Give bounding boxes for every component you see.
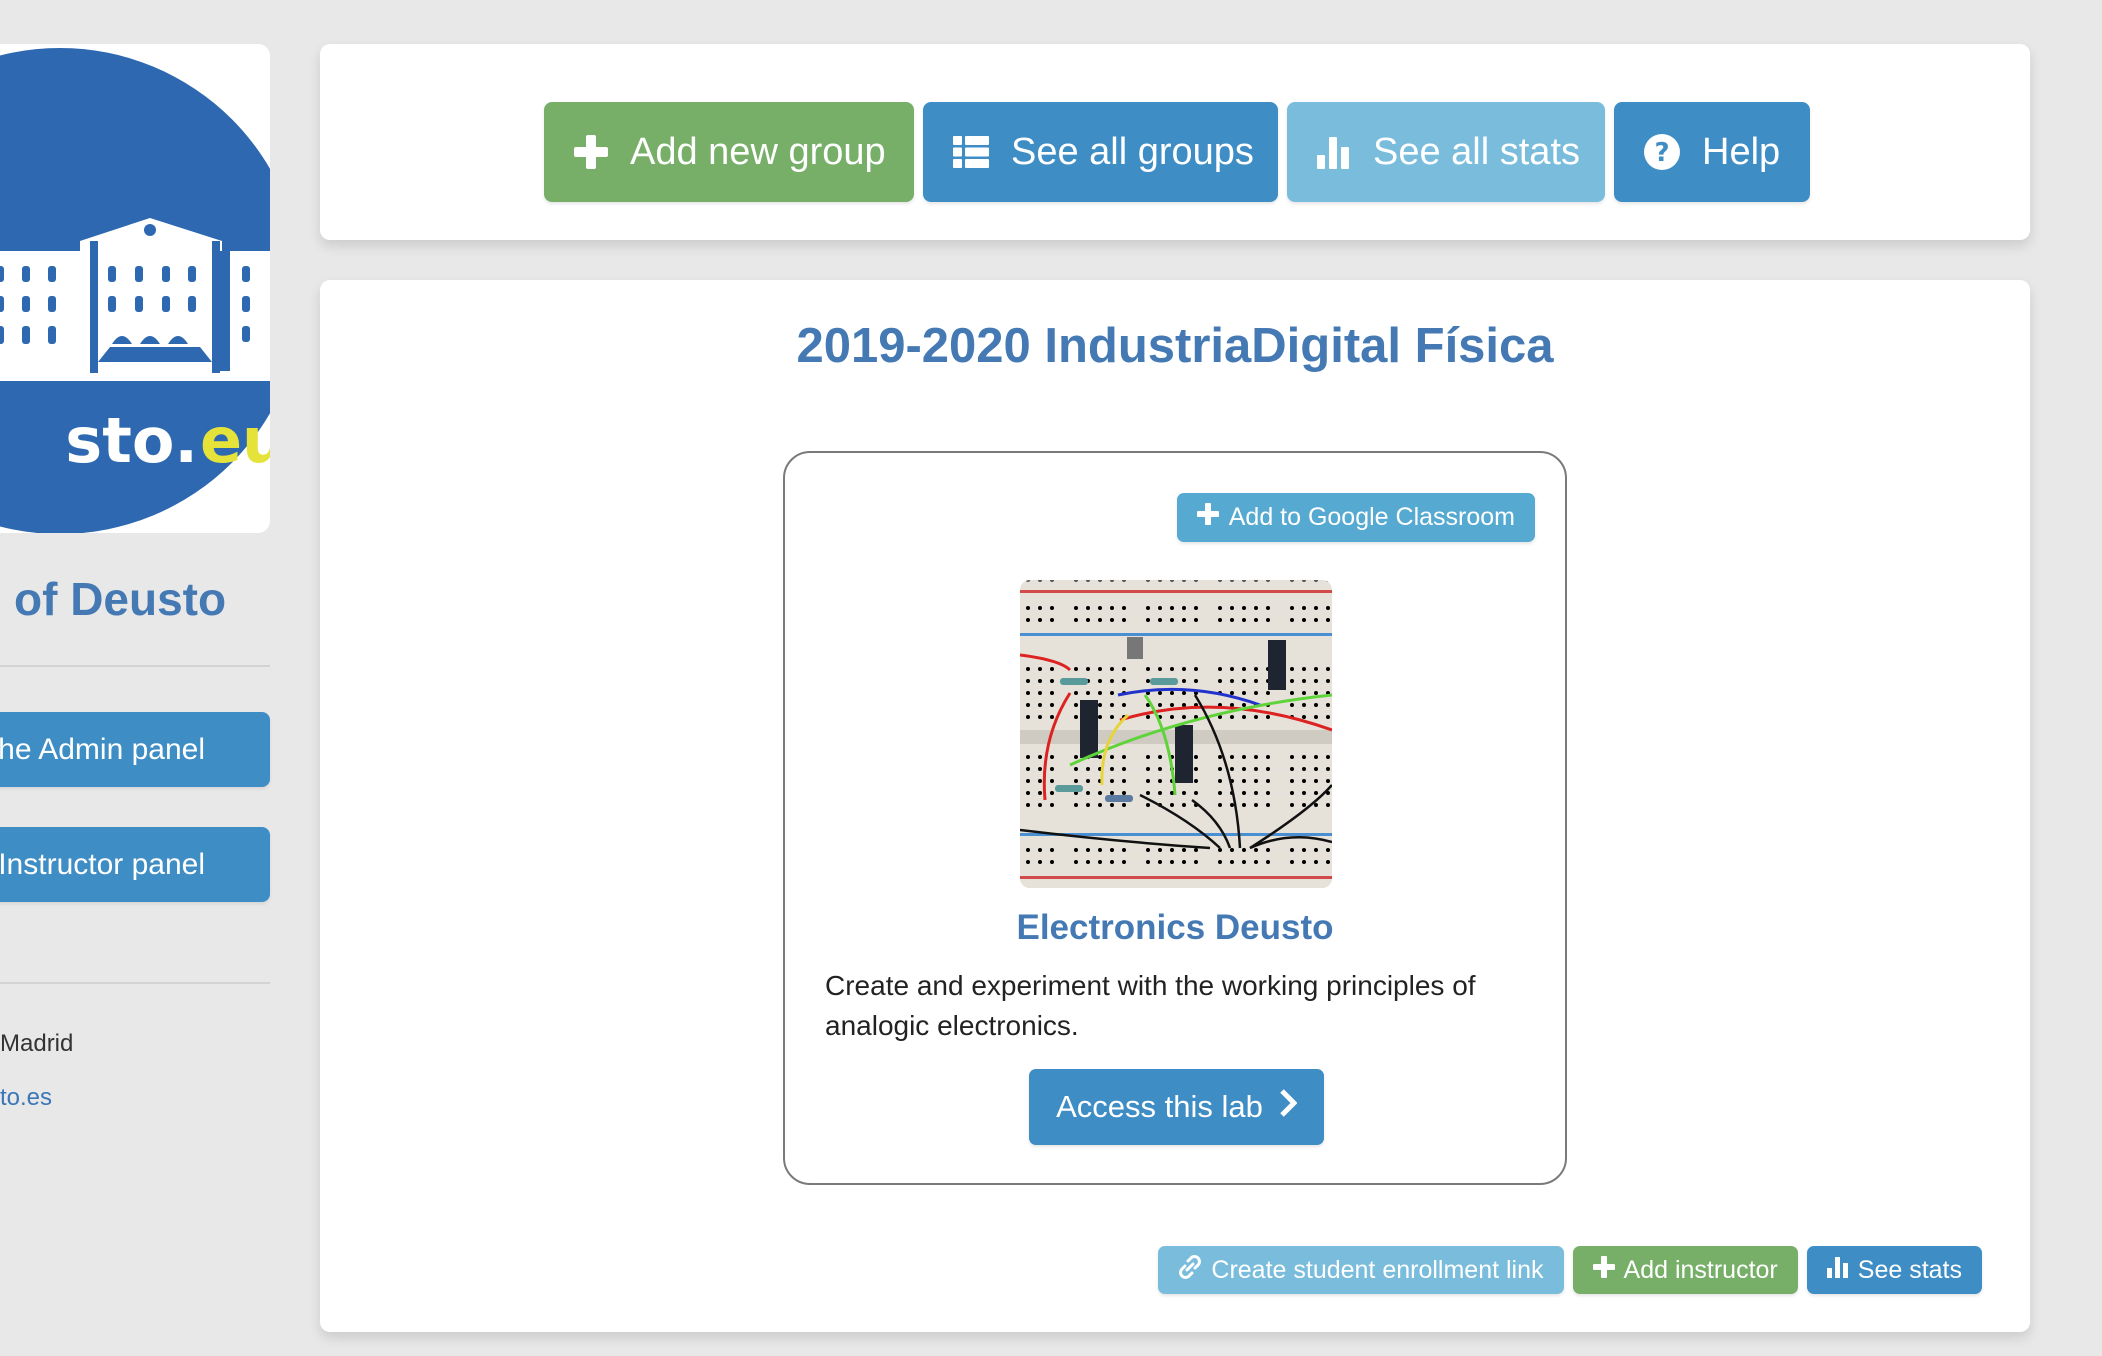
help-button[interactable]: ? Help <box>1614 102 1810 202</box>
see-all-groups-button[interactable]: See all groups <box>923 102 1278 202</box>
institution-location: Madrid <box>0 1030 74 1057</box>
access-lab-label: Access this lab <box>1056 1089 1263 1124</box>
add-instructor-button[interactable]: Add instructor <box>1572 1246 1798 1294</box>
group-panel: 2019-2020 IndustriaDigital Física Add to… <box>320 280 2030 1332</box>
instructor-panel-label: e Instructor panel <box>0 847 205 881</box>
admin-panel-label: he Admin panel <box>0 732 205 766</box>
see-all-stats-label: See all stats <box>1373 130 1580 173</box>
instructor-panel-button[interactable]: e Instructor panel <box>0 827 270 902</box>
chevron-right-icon <box>1279 1089 1298 1125</box>
create-enrollment-link-button[interactable]: Create student enrollment link <box>1158 1246 1564 1294</box>
toolbar-panel: Add new group See all groups See all sta… <box>320 44 2030 240</box>
create-enrollment-link-label: Create student enrollment link <box>1211 1255 1544 1284</box>
institution-website-link[interactable]: to.es <box>0 1084 52 1112</box>
question-circle-icon: ? <box>1644 134 1680 170</box>
see-stats-button[interactable]: See stats <box>1806 1246 1982 1294</box>
logo-text-white: sto. <box>65 404 198 477</box>
plus-icon <box>574 134 608 170</box>
group-actions: Create student enrollment link Add instr… <box>1158 1246 1982 1294</box>
see-all-groups-label: See all groups <box>1011 130 1254 173</box>
lab-card: Add to Google Classroom Electronics Deus… <box>783 451 1567 1185</box>
help-label: Help <box>1702 130 1781 173</box>
admin-panel-button[interactable]: he Admin panel <box>0 712 270 787</box>
add-to-google-classroom-label: Add to Google Classroom <box>1228 503 1515 531</box>
plus-icon <box>1196 503 1219 532</box>
group-title: 2019-2020 IndustriaDigital Física <box>796 319 1554 373</box>
deusto-logo: sto. eus <box>0 48 270 533</box>
list-icon <box>953 134 989 170</box>
lab-name[interactable]: Electronics Deusto <box>785 908 1565 948</box>
plus-icon <box>1592 1255 1615 1285</box>
lab-description: Create and experiment with the working p… <box>825 970 1476 1041</box>
add-instructor-label: Add instructor <box>1623 1255 1778 1284</box>
logo-text-yellow: eus <box>200 404 270 477</box>
lab-thumbnail[interactable] <box>1020 580 1332 888</box>
add-new-group-label: Add new group <box>630 130 886 173</box>
link-icon <box>1178 1254 1202 1286</box>
sidebar-divider <box>0 665 270 667</box>
access-lab-button[interactable]: Access this lab <box>1029 1069 1324 1145</box>
svg-text:?: ? <box>1654 138 1669 168</box>
breadboard-image <box>1020 580 1332 888</box>
sidebar-divider <box>0 982 270 984</box>
toolbar: Add new group See all groups See all sta… <box>544 102 1810 202</box>
bar-chart-icon <box>1826 1256 1849 1285</box>
add-new-group-button[interactable]: Add new group <box>544 102 914 202</box>
institution-logo-card: sto. eus <box>0 44 270 533</box>
see-stats-label: See stats <box>1857 1255 1962 1284</box>
add-to-google-classroom-button[interactable]: Add to Google Classroom <box>1176 493 1535 542</box>
bar-chart-icon <box>1317 134 1351 170</box>
see-all-stats-button[interactable]: See all stats <box>1287 102 1605 202</box>
institution-name: of Deusto <box>14 573 227 625</box>
